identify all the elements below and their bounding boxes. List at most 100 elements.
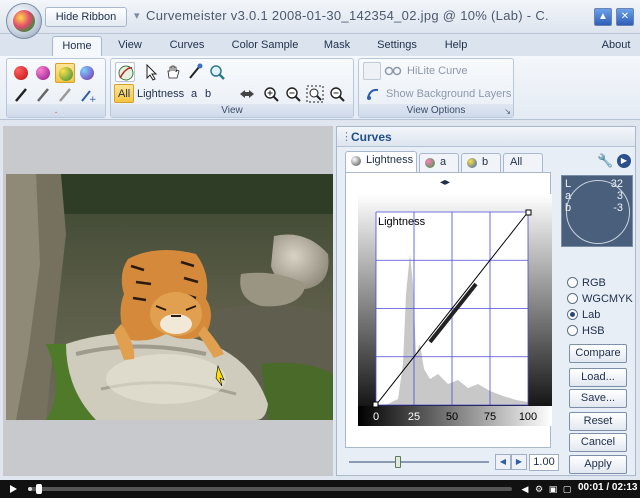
view-group-label: View <box>111 104 353 117</box>
curves-tab-all[interactable]: All <box>503 153 543 172</box>
load-button[interactable]: Load... <box>569 368 627 387</box>
video-progress-track[interactable] <box>28 484 512 494</box>
zoom-value-field[interactable]: 1.00 <box>529 454 559 471</box>
lightness-ball-icon <box>351 156 361 166</box>
readout-row-b: b -3 <box>565 202 623 214</box>
pointer-icon[interactable] <box>141 62 161 82</box>
x-tick-label: 25 <box>408 411 420 423</box>
zoom-actual-icon[interactable] <box>327 84 347 104</box>
channel-b-button[interactable]: b <box>205 85 211 103</box>
tab-home[interactable]: Home <box>52 36 102 56</box>
settings-icon[interactable]: ⚙ <box>534 484 544 494</box>
gray-eyedropper-icon[interactable] <box>33 85 53 105</box>
show-background-layers-button[interactable]: Show Background Layers <box>386 85 511 103</box>
mode-radio-hsb[interactable]: HSB <box>567 325 605 337</box>
x-tick-label: 50 <box>446 411 458 423</box>
x-tick-label: 75 <box>484 411 496 423</box>
glasses-icon[interactable] <box>383 61 403 81</box>
curves-tab-lightness[interactable]: Lightness <box>345 151 417 172</box>
lab-balls-icon[interactable] <box>55 63 75 83</box>
curve-chart[interactable]: Lightness 0 25 50 75 100 <box>358 194 552 426</box>
hand-pan-icon[interactable] <box>163 62 183 82</box>
hilite-curve-button[interactable]: HiLite Curve <box>407 62 468 80</box>
close-button[interactable]: ✕ <box>616 8 634 26</box>
curves-panel-title: Curves <box>351 130 392 144</box>
video-control-bar: ◀ ⚙ ▣ ▢ 00:01 / 02:13 <box>0 480 640 498</box>
x-tick-label: 0 <box>373 411 379 423</box>
ribbon-group-view: All Lightness a b View <box>110 58 354 118</box>
channel-lightness-button[interactable]: Lightness <box>137 85 184 103</box>
mode-radio-wgcmyk[interactable]: WGCMYK <box>567 293 633 305</box>
slider-thumb[interactable] <box>395 456 401 468</box>
video-timecode: 00:01 / 02:13 <box>578 482 638 493</box>
add-point-eyedropper-icon[interactable]: + <box>77 85 97 105</box>
channel-all-button[interactable]: All <box>114 84 134 103</box>
x-tick-label: 100 <box>519 411 537 423</box>
b-ball-icon <box>467 158 477 168</box>
readout-row-a: a3 <box>565 190 623 202</box>
curve-point-end[interactable] <box>525 209 532 216</box>
curve-graph[interactable]: Lightness 0 25 50 75 100 <box>358 194 552 426</box>
tab-settings[interactable]: Settings <box>370 36 424 56</box>
slider-right-arrow-icon[interactable]: ▶ <box>511 454 527 470</box>
tab-curves[interactable]: Curves <box>162 36 212 56</box>
zoom-out-icon[interactable] <box>283 84 303 104</box>
wrench-icon[interactable]: 🔧 <box>597 153 613 169</box>
zoom-fit-icon[interactable] <box>305 84 325 104</box>
color-readout: L 32 a3 b -3 <box>561 175 633 247</box>
video-progress-knob[interactable] <box>35 484 42 494</box>
hide-ribbon-button[interactable]: Hide Ribbon <box>45 7 127 27</box>
slider-left-arrow-icon[interactable]: ◀ <box>495 454 511 470</box>
channel-a-button[interactable]: a <box>191 85 197 103</box>
tab-view[interactable]: View <box>110 36 150 56</box>
app-menu-orb[interactable] <box>6 3 42 39</box>
zoom-slider[interactable]: ◀ ▶ <box>345 454 559 470</box>
apply-button[interactable]: Apply <box>569 455 627 474</box>
drag-handle-icon[interactable]: ◂▸ <box>440 177 450 188</box>
ribbon-tabbar: Home View Curves Color Sample Mask Setti… <box>0 34 640 56</box>
fullscreen-icon[interactable]: ▣ <box>548 484 558 494</box>
a-ball-icon <box>425 158 435 168</box>
ribbon: + . All Lightness a b View HiLite Curve … <box>0 56 640 120</box>
photo-preview[interactable] <box>6 174 333 420</box>
curves-panel-header: ⋮ Curves <box>337 127 635 147</box>
hilite-square-icon[interactable] <box>363 62 381 80</box>
app-logo-icon <box>13 10 35 32</box>
white-eyedropper-icon[interactable] <box>55 85 75 105</box>
image-canvas[interactable] <box>3 126 333 476</box>
reset-button[interactable]: Reset <box>569 412 627 431</box>
save-button[interactable]: Save... <box>569 389 627 408</box>
eyedropper-icon[interactable] <box>185 62 205 82</box>
curve-tool-icon[interactable] <box>115 62 135 82</box>
popout-icon[interactable]: ▢ <box>562 484 572 494</box>
tab-color-sample[interactable]: Color Sample <box>226 36 304 56</box>
play-icon[interactable] <box>10 485 17 493</box>
cmyk-balls-icon[interactable] <box>33 63 53 83</box>
panel-menu-arrow-icon[interactable]: ▶ <box>617 154 631 168</box>
mode-radio-rgb[interactable]: RGB <box>567 277 606 289</box>
zoom-in-icon[interactable] <box>261 84 281 104</box>
volume-icon[interactable]: ◀ <box>520 484 530 494</box>
tab-mask[interactable]: Mask <box>318 36 356 56</box>
zoom-tool-icon[interactable] <box>207 62 227 82</box>
minimize-button[interactable]: ▲ <box>594 8 612 26</box>
curve-point-start[interactable] <box>372 401 379 408</box>
black-eyedropper-icon[interactable] <box>11 85 31 105</box>
curve-editor[interactable]: ◂▸ Lightness 0 25 50 75 100 <box>345 172 552 448</box>
dialog-launcher-icon[interactable]: ↘ <box>504 107 511 116</box>
mode-radio-lab[interactable]: Lab <box>567 309 600 321</box>
about-link[interactable]: About <box>596 36 636 56</box>
background-layers-icon[interactable] <box>363 84 383 104</box>
curves-tab-b[interactable]: b <box>461 153 501 172</box>
tab-help[interactable]: Help <box>438 36 474 56</box>
curves-tab-a[interactable]: a <box>419 153 459 172</box>
hsb-balls-icon[interactable] <box>77 63 97 83</box>
compare-button[interactable]: Compare <box>569 344 627 363</box>
swap-channels-icon[interactable] <box>237 84 257 104</box>
cancel-button[interactable]: Cancel <box>569 433 627 452</box>
rgb-balls-icon[interactable] <box>11 63 31 83</box>
curves-panel: ⋮ Curves Lightness a b All 🔧 ▶ ◂▸ Lightn… <box>336 126 636 476</box>
window-title: Curvemeister v3.0.1 2008-01-30_142354_02… <box>146 8 549 23</box>
title-bar: Hide Ribbon ▾ Curvemeister v3.0.1 2008-0… <box>0 0 640 39</box>
quick-access-chevron-icon[interactable]: ▾ <box>134 9 140 22</box>
